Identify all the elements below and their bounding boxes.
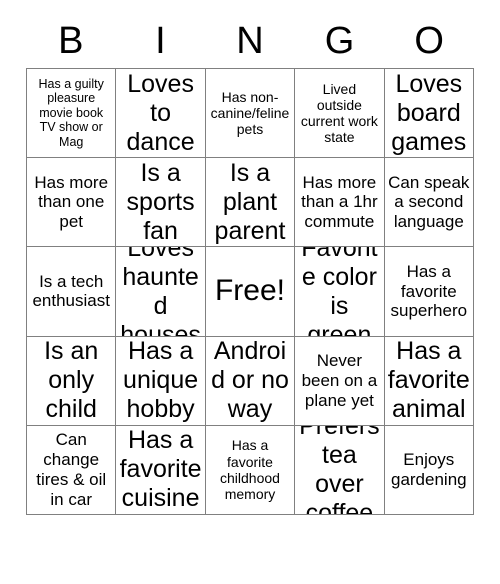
free-space-label: Free! — [214, 274, 285, 308]
bingo-square[interactable]: Is a tech enthusiast — [27, 247, 117, 337]
bingo-square[interactable]: Loves board games — [384, 69, 474, 159]
bingo-square[interactable]: Loves haunted houses — [116, 247, 206, 337]
bingo-square[interactable]: Can speak a second language — [384, 158, 474, 248]
bingo-square-text: Can change tires & oil in car — [36, 430, 107, 509]
bingo-square-text: Has a favorite animal — [387, 337, 470, 424]
bingo-square-text: Has a favorite superhero — [390, 261, 468, 321]
bingo-square[interactable]: Has a favorite superhero — [384, 247, 474, 337]
bingo-square[interactable]: Is a plant parent — [205, 158, 296, 248]
bingo-square[interactable]: Lived outside current work state — [295, 69, 385, 159]
bingo-square-text: Enjoys gardening — [390, 450, 467, 489]
bingo-square-text: Never been on a plane yet — [301, 351, 378, 410]
bingo-square[interactable]: Has a favorite cuisine — [116, 425, 206, 515]
bingo-square-text: Loves haunted houses — [120, 247, 201, 337]
bingo-square-text: Has a favorite cuisine — [119, 426, 202, 513]
bingo-square-text: Favorite color is green — [301, 247, 378, 337]
bingo-square[interactable]: Loves to dance — [116, 69, 206, 159]
bingo-square-text: Has non-canine/feline pets — [210, 88, 290, 138]
bingo-square-text: Lived outside current work state — [300, 80, 378, 146]
bingo-square-text: Has more than one pet — [34, 172, 109, 232]
bingo-square[interactable]: Enjoys gardening — [384, 425, 474, 515]
bingo-square[interactable]: Android or no way — [205, 336, 296, 426]
bingo-square-text: Is an only child — [44, 337, 99, 424]
bingo-square-text: Prefers tea over coffee — [299, 425, 380, 515]
bingo-square[interactable]: Can change tires & oil in car — [27, 425, 117, 515]
bingo-grid: Has a guilty pleasure movie book TV show… — [26, 68, 474, 515]
bingo-square-text: Android or no way — [211, 337, 289, 424]
header-letter-b: B — [58, 20, 84, 62]
header-letter-i: I — [155, 20, 166, 62]
bingo-square-text: Has a unique hobby — [123, 337, 199, 424]
bingo-square-text: Has a favorite childhood memory — [220, 437, 280, 503]
bingo-square-text: Loves board games — [391, 69, 467, 156]
bingo-free-space[interactable]: Free! — [205, 247, 296, 337]
header-letter-o: O — [414, 20, 444, 62]
bingo-square[interactable]: Has a guilty pleasure movie book TV show… — [27, 69, 117, 159]
bingo-square-text: Is a sports fan — [126, 158, 195, 245]
bingo-square-text: Is a tech enthusiast — [32, 271, 110, 311]
bingo-square[interactable]: Has more than a 1hr commute — [295, 158, 385, 248]
bingo-square[interactable]: Has non-canine/feline pets — [205, 69, 296, 159]
bingo-square-text: Loves to dance — [126, 69, 195, 156]
bingo-square[interactable]: Has more than one pet — [27, 158, 117, 248]
bingo-square[interactable]: Favorite color is green — [295, 247, 385, 337]
bingo-square[interactable]: Is a sports fan — [116, 158, 206, 248]
bingo-square[interactable]: Has a unique hobby — [116, 336, 206, 426]
bingo-square-text: Is a plant parent — [214, 158, 286, 245]
header-letter-n: N — [236, 20, 264, 62]
bingo-square[interactable]: Prefers tea over coffee — [295, 425, 385, 515]
bingo-square-text: Has a guilty pleasure movie book TV show… — [38, 76, 104, 149]
header-letter-g: G — [324, 20, 355, 62]
bingo-square[interactable]: Is an only child — [27, 336, 117, 426]
bingo-square[interactable]: Has a favorite childhood memory — [205, 425, 296, 515]
bingo-header-letters: B I N G O — [26, 14, 474, 68]
bingo-card: B I N G O Has a guilty pleasure movie bo… — [0, 0, 500, 544]
bingo-square-text: Has more than a 1hr commute — [301, 172, 378, 232]
bingo-square[interactable]: Has a favorite animal — [384, 336, 474, 426]
bingo-square[interactable]: Never been on a plane yet — [295, 336, 385, 426]
bingo-square-text: Can speak a second language — [388, 172, 470, 232]
